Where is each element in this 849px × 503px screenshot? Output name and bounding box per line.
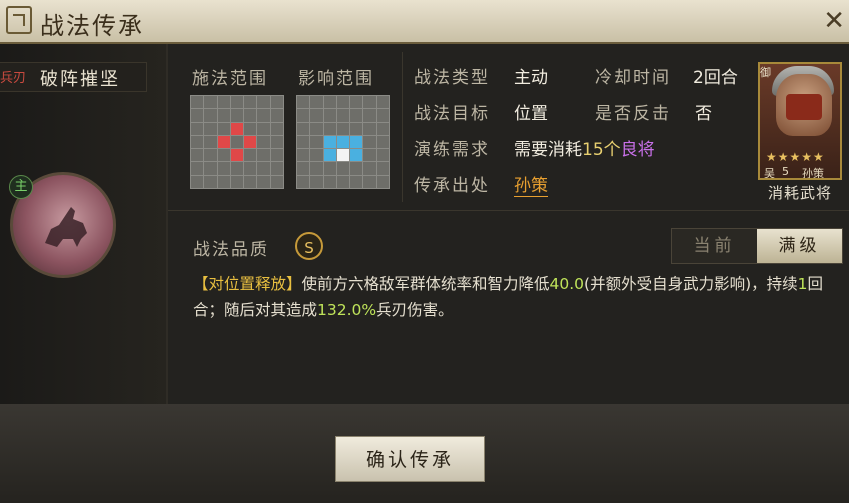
confirm-inherit-button[interactable]: 确认传承 (335, 436, 485, 482)
rider-icon (45, 207, 87, 247)
desc-lead: 【对位置释放】 (193, 275, 302, 293)
desc-num1: 40.0 (549, 275, 585, 293)
general-armor (786, 94, 822, 120)
general-corner-tag: 御 (760, 66, 771, 79)
desc-part4: 兵刃伤害。 (376, 301, 454, 319)
target-value: 位置 (514, 104, 548, 124)
close-icon[interactable]: ✕ (823, 6, 845, 36)
divider-vertical-inner (402, 52, 403, 202)
drill-count: 15个 (582, 140, 621, 160)
cast-range-grid (190, 95, 284, 189)
skill-name-tag: 兵刃 破阵摧坚 (0, 62, 147, 92)
title-bar: 战法传承 ✕ (0, 0, 849, 44)
divider-horizontal (168, 210, 849, 211)
counter-label: 是否反击 (595, 104, 671, 124)
quality-label: 战法品质 (193, 240, 269, 260)
drill-prefix: 需要消耗 (514, 140, 582, 160)
skill-name: 破阵摧坚 (40, 69, 120, 90)
source-value-link[interactable]: 孙策 (514, 171, 548, 197)
tab-current[interactable]: 当前 (672, 229, 757, 263)
general-name: 孙策 (802, 167, 824, 180)
quality-grade-badge: S (295, 232, 323, 260)
level-tabs: 当前 满级 (671, 228, 843, 264)
general-stars: ★★★★★ (766, 150, 825, 164)
tab-max-level[interactable]: 满级 (757, 229, 842, 263)
drill-label: 演练需求 (414, 140, 490, 160)
skill-description: 【对位置释放】使前方六格敌军群体统率和智力降低40.0(并额外受自身武力影响)，… (193, 271, 833, 323)
cooldown-label: 冷却时间 (595, 68, 671, 88)
divider-vertical (166, 44, 168, 404)
cooldown-value: 2回合 (693, 68, 738, 88)
counter-value: 否 (695, 104, 712, 124)
skill-type-label: 兵刃 (0, 71, 27, 86)
master-badge: 主 (9, 175, 33, 199)
desc-part1: 使前方六格敌军群体统率和智力降低 (301, 275, 550, 293)
desc-num2: 1 (797, 275, 808, 293)
desc-part2: (并额外受自身武力影响)，持续 (584, 275, 798, 293)
drill-value: 需要消耗15个良将 (514, 135, 655, 160)
target-label: 战法目标 (414, 104, 490, 124)
consume-general-label: 消耗武将 (767, 184, 832, 202)
type-label: 战法类型 (414, 68, 490, 88)
source-label: 传承出处 (414, 176, 490, 196)
drill-item: 良将 (620, 140, 655, 160)
type-value: 主动 (514, 68, 548, 88)
effect-range-grid (296, 95, 390, 189)
general-level: 5 (782, 165, 789, 178)
cast-range-label: 施法范围 (192, 69, 268, 89)
desc-num3: 132.0% (317, 301, 377, 319)
effect-range-label: 影响范围 (298, 69, 374, 89)
window-title: 战法传承 (40, 12, 144, 40)
general-camp: 吴 (764, 167, 775, 180)
title-emblem-icon (6, 6, 32, 34)
